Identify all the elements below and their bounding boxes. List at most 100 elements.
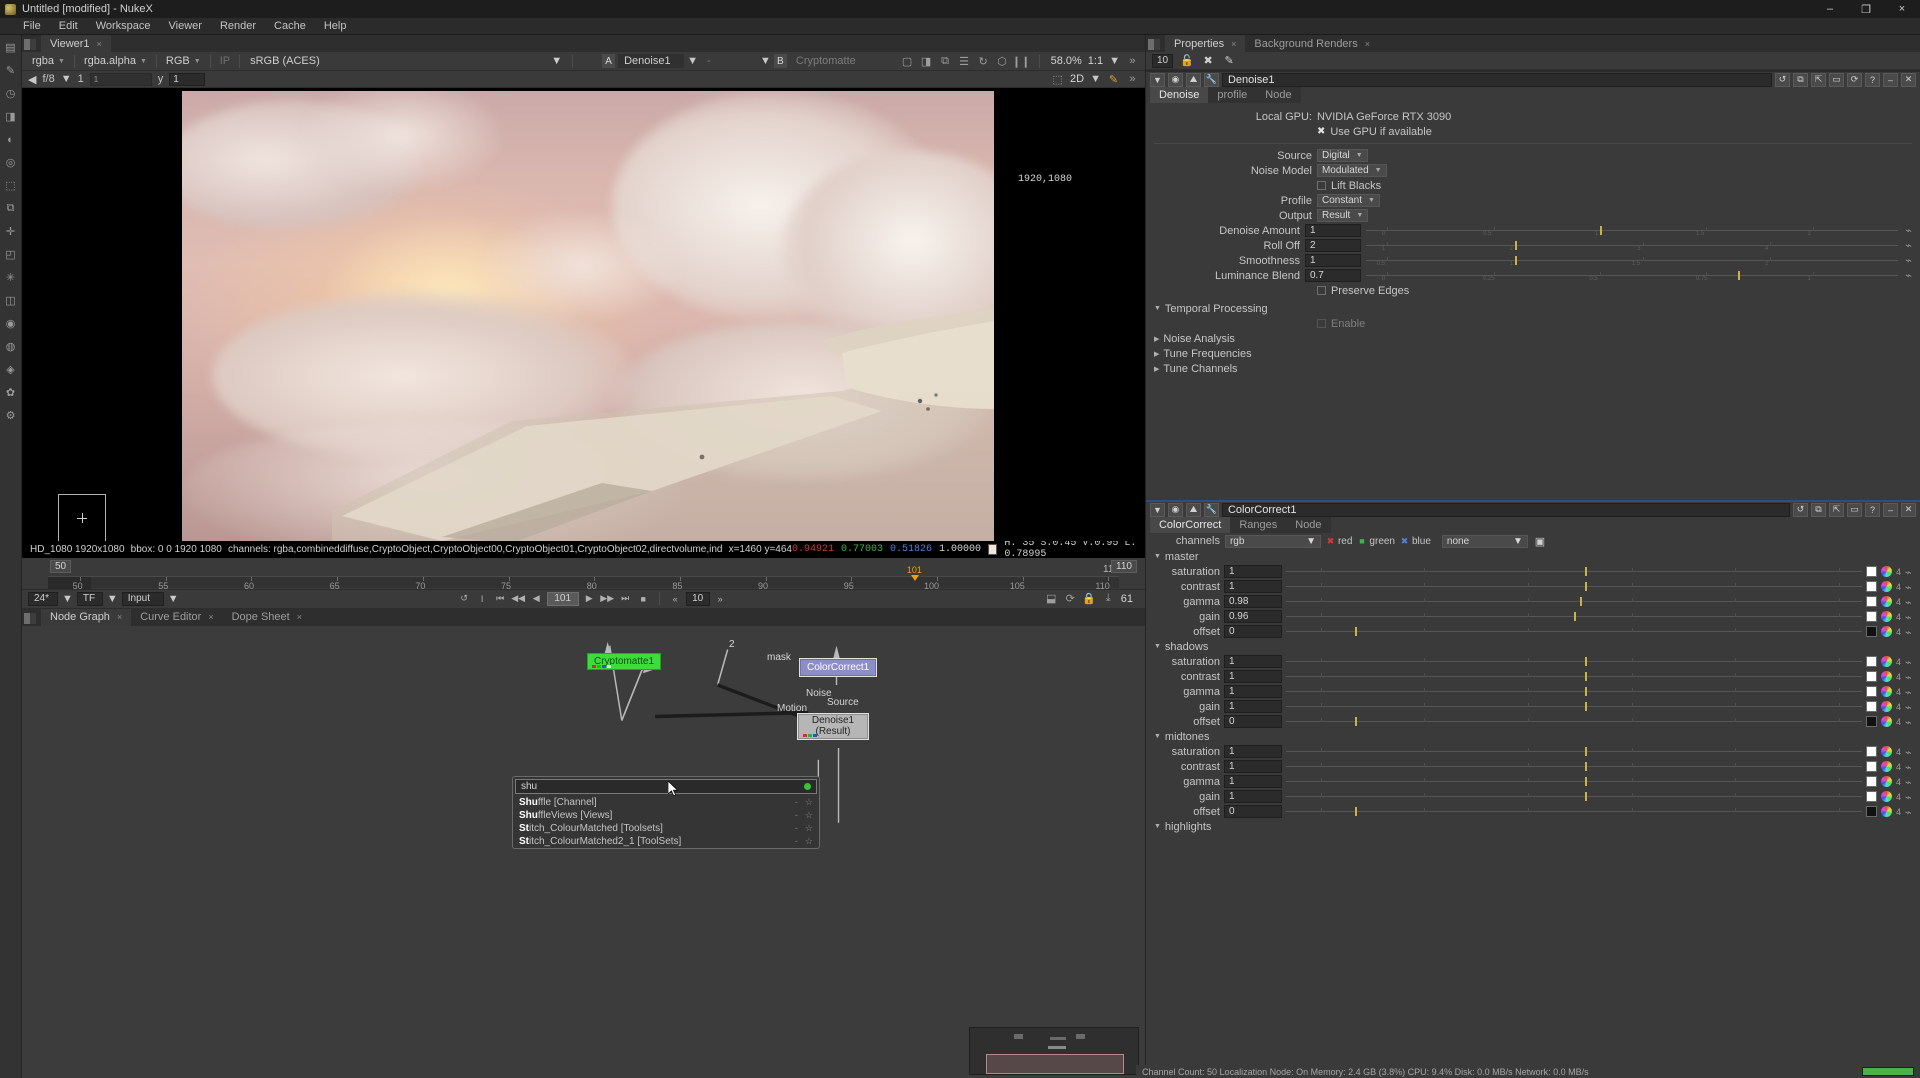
target-icon[interactable]: ◉ (1167, 72, 1183, 87)
proxy-value[interactable]: 1 (78, 73, 84, 85)
help-icon[interactable]: ? (1865, 72, 1880, 87)
close-panel-icon[interactable]: ✕ (1901, 502, 1916, 517)
play-backward-icon[interactable]: ◀ (529, 592, 544, 606)
zoom-level[interactable]: 58.0% (1051, 55, 1082, 67)
proxy-icon[interactable]: ⧉ (939, 55, 952, 68)
reload-icon[interactable]: ⟳ (1847, 72, 1862, 87)
master-gamma-slider[interactable] (1285, 595, 1862, 608)
tab-viewer1-close-icon[interactable]: × (97, 39, 102, 49)
refresh-icon[interactable]: ↻ (977, 55, 990, 68)
channel-count[interactable]: 4 (1896, 567, 1901, 577)
mask-icon[interactable]: ⛰ (1185, 502, 1201, 517)
filter-tool-icon[interactable]: ◎ (2, 154, 19, 171)
color-wheel-icon[interactable] (1880, 581, 1892, 592)
edit-icon[interactable]: ✎ (1222, 54, 1236, 68)
luminance-blend-slider[interactable]: 0 0.25 0.5 0.75 1 (1365, 269, 1898, 282)
menu-cache[interactable]: Cache (265, 18, 315, 35)
animation-icon[interactable]: ⌁ (1905, 581, 1916, 594)
mask-icon[interactable]: ⛰ (1185, 72, 1201, 87)
color-swatch[interactable] (1865, 566, 1877, 577)
tab-dope-sheet-close-icon[interactable]: × (297, 612, 302, 622)
smoothness-value[interactable]: 1 (1304, 254, 1361, 267)
section-tune-channels[interactable]: ▶ Tune Channels (1146, 361, 1920, 376)
play-forward-icon[interactable]: ▶ (582, 592, 597, 606)
image-tool-icon[interactable]: ▤ (2, 39, 19, 56)
animation-icon[interactable]: ⌁ (1905, 791, 1916, 804)
animation-icon[interactable]: ⌁ (1905, 566, 1916, 579)
pencil-icon[interactable]: ✎ (1107, 73, 1120, 86)
wrench-icon[interactable]: 🔧 (1203, 502, 1219, 517)
shadows-gain-slider[interactable] (1285, 700, 1862, 713)
output-dropdown[interactable]: Result ▼ (1316, 209, 1369, 222)
chevron-down-icon[interactable]: ▼ (62, 593, 73, 605)
master-offset-slider[interactable] (1285, 625, 1862, 638)
color-wheel-icon[interactable] (1880, 656, 1892, 667)
smoothness-slider[interactable]: 0.5 1 1.5 2 (1365, 254, 1898, 267)
tab-dope-sheet[interactable]: Dope Sheet × (222, 608, 311, 626)
channels-dropdown[interactable]: rgb ▼ (1224, 534, 1321, 548)
blue-toggle[interactable]: ✖ blue (1400, 536, 1431, 547)
viewer-mode-2d[interactable]: 2D (1070, 73, 1084, 85)
section-master[interactable]: ▼ master (1146, 549, 1920, 564)
color-swatch[interactable] (1865, 581, 1877, 592)
lock-icon[interactable]: 🔓 (1180, 54, 1194, 68)
color-tool-icon[interactable]: ◐ (2, 131, 19, 148)
tab-background-renders-close-icon[interactable]: × (1365, 39, 1370, 49)
section-midtones[interactable]: ▼ midtones (1146, 729, 1920, 744)
node-graph[interactable]: Cryptomatte1 ColorCorrect1 Denoise1 (Res… (22, 625, 1145, 1078)
close-button[interactable]: × (1884, 0, 1920, 18)
master-saturation-value[interactable]: 1 (1223, 565, 1282, 578)
channel-count[interactable]: 4 (1896, 702, 1901, 712)
color-swatch[interactable] (1865, 626, 1877, 637)
animation-icon[interactable]: ⌁ (1903, 240, 1914, 252)
roll-off-value[interactable]: 2 (1304, 239, 1361, 252)
section-highlights[interactable]: ▼ highlights (1146, 819, 1920, 834)
draw-tool-icon[interactable]: ✎ (2, 62, 19, 79)
animation-icon[interactable]: ⌁ (1905, 761, 1916, 774)
chevron-down-icon[interactable]: ▼ (1109, 55, 1120, 67)
node-colorcorrect1[interactable]: ColorCorrect1 (798, 657, 878, 677)
paste-icon[interactable]: ⇱ (1829, 502, 1844, 517)
green-toggle[interactable]: ■ green (1357, 536, 1395, 547)
tab-denoise[interactable]: Denoise (1149, 87, 1209, 103)
shadows-saturation-slider[interactable] (1285, 655, 1862, 668)
temporal-enable-checkbox[interactable] (1316, 319, 1326, 328)
favorite-icon[interactable]: ☆ (805, 823, 813, 834)
last-frame-icon[interactable]: ⏭ (618, 592, 633, 606)
color-wheel-icon[interactable] (1880, 806, 1892, 817)
next-keyframe-icon[interactable]: ▶▶ (600, 592, 615, 606)
shadows-gamma-slider[interactable] (1285, 685, 1862, 698)
tab-background-renders[interactable]: Background Renders × (1245, 35, 1379, 52)
midtones-saturation-slider[interactable] (1285, 745, 1862, 758)
shadows-offset-value[interactable]: 0 (1223, 715, 1282, 728)
roi-select-icon[interactable]: ⬚ (1051, 73, 1064, 86)
close-panel-icon[interactable]: ✕ (1901, 72, 1916, 87)
copy-icon[interactable]: ⧉ (1811, 502, 1826, 517)
transform-tool-icon[interactable]: ✛ (2, 223, 19, 240)
favorite-icon[interactable]: ☆ (805, 810, 813, 821)
animation-icon[interactable]: ⌁ (1905, 806, 1916, 819)
input-a-dropdown[interactable]: Denoise1 (618, 54, 685, 68)
master-contrast-value[interactable]: 1 (1223, 580, 1282, 593)
animation-icon[interactable]: ⌁ (1905, 716, 1916, 729)
red-toggle[interactable]: ✖ red (1326, 536, 1353, 547)
roi-icon[interactable]: ⬡ (996, 55, 1009, 68)
panel-grip-icon[interactable] (24, 37, 41, 52)
channel-count[interactable]: 4 (1896, 672, 1901, 682)
master-gain-slider[interactable] (1285, 610, 1862, 623)
master-saturation-slider[interactable] (1285, 565, 1862, 578)
bbox-icon[interactable]: ▢ (901, 55, 914, 68)
color-wheel-icon[interactable] (1880, 716, 1892, 727)
shadows-gain-value[interactable]: 1 (1223, 700, 1282, 713)
prev-keyframe-icon[interactable]: ◀◀ (511, 592, 526, 606)
tf-field[interactable]: TF (76, 591, 103, 606)
tab-cc-node[interactable]: Node (1286, 517, 1331, 533)
help-icon[interactable]: ? (1865, 502, 1880, 517)
menu-render[interactable]: Render (211, 18, 265, 35)
animation-icon[interactable]: ⌁ (1905, 746, 1916, 759)
animation-icon[interactable]: ⌁ (1905, 626, 1916, 639)
menu-help[interactable]: Help (315, 18, 356, 35)
timeline-track[interactable]: 50 55 60 65 70 75 80 85 90 95 100 105 11… (48, 565, 1119, 591)
menu-edit[interactable]: Edit (50, 18, 87, 35)
merge-tool-icon[interactable]: ⧉ (2, 200, 19, 217)
